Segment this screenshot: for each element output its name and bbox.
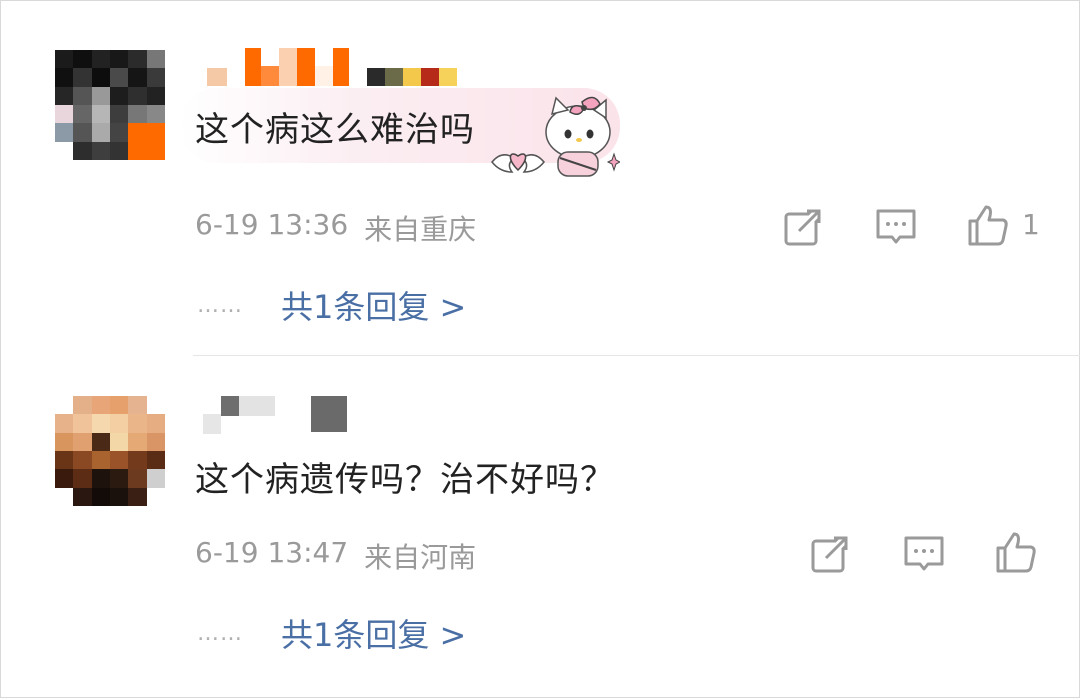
username-blurred[interactable]: [195, 396, 347, 434]
avatar[interactable]: [55, 396, 165, 506]
view-replies-link[interactable]: 共1条回复 >: [281, 282, 466, 328]
like-count: 1: [1022, 208, 1040, 241]
reply-ellipsis: ……: [197, 620, 243, 646]
reply-ellipsis: ……: [197, 292, 243, 318]
comment-location: 来自重庆: [364, 213, 477, 246]
comment-time: 6-19 13:47: [195, 536, 349, 569]
comment-text: 这个病遗传吗？治不好吗？: [195, 460, 615, 500]
share-icon[interactable]: [808, 532, 852, 576]
avatar[interactable]: [55, 50, 165, 160]
comment-item: 这个病这么难治吗 6-19 13:36 来自重庆 1 …… 共1条回复 >: [0, 0, 1080, 355]
reply-summary: …… 共1条回复 >: [197, 610, 466, 656]
reply-summary: …… 共1条回复 >: [197, 282, 466, 328]
hello-kitty-sticker-icon: [491, 96, 620, 177]
like-icon[interactable]: [994, 530, 1038, 574]
comment-meta: 6-19 13:36 来自重庆: [195, 208, 476, 248]
comment-location: 来自河南: [364, 541, 477, 574]
comment-icon[interactable]: [902, 532, 946, 576]
comment-text: 这个病这么难治吗: [195, 110, 475, 150]
share-icon[interactable]: [781, 205, 825, 249]
comment-item: 这个病遗传吗？治不好吗？ 6-19 13:47 来自河南 …… 共1条回复 >: [0, 356, 1080, 698]
comment-icon[interactable]: [874, 205, 918, 249]
like-icon[interactable]: [966, 203, 1010, 247]
comment-meta: 6-19 13:47 来自河南: [195, 536, 476, 576]
username-blurred[interactable]: [195, 48, 457, 86]
comment-time: 6-19 13:36: [195, 208, 349, 241]
view-replies-link[interactable]: 共1条回复 >: [281, 610, 466, 656]
